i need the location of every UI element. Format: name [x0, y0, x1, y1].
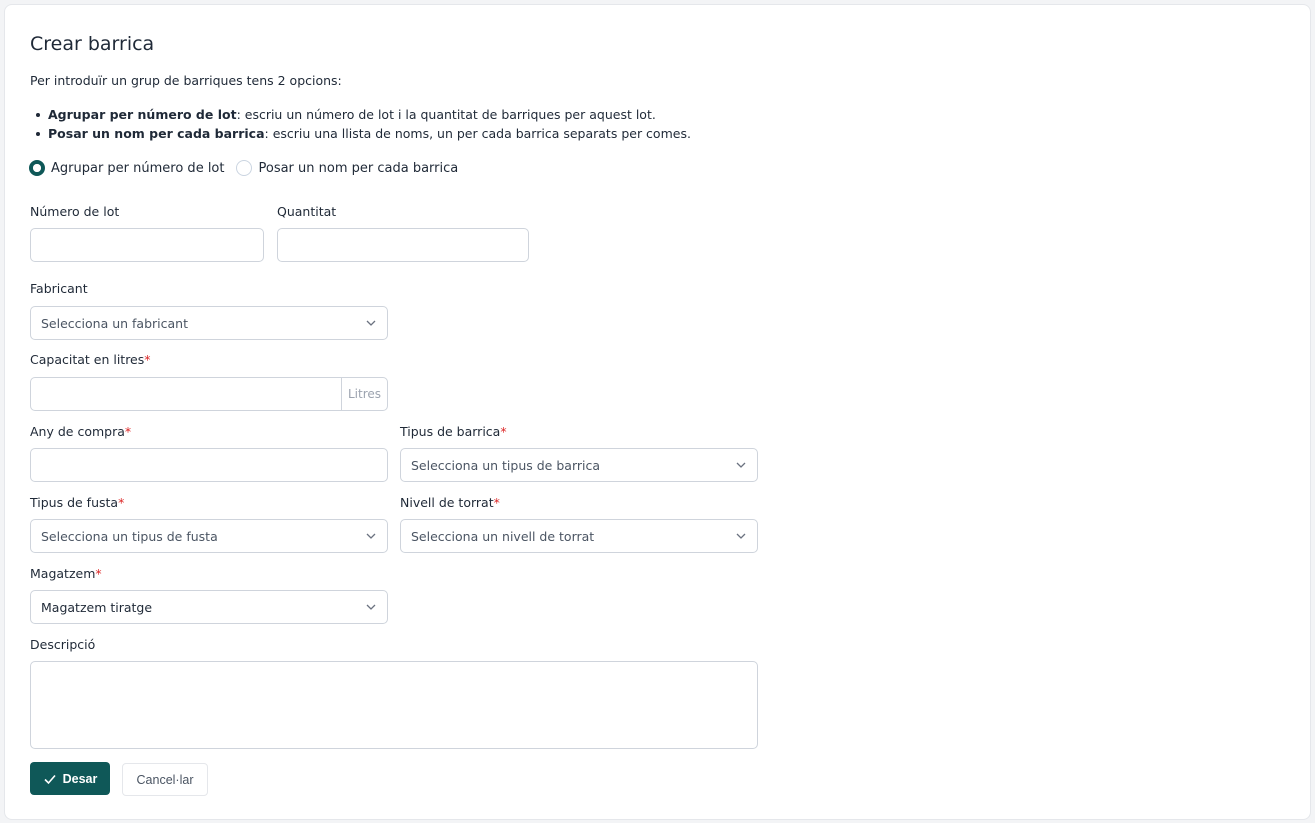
radio-label: Agrupar per número de lot: [51, 160, 225, 176]
warehouse-label: Magatzem*: [30, 566, 102, 581]
toast-level-label-text: Nivell de torrat: [400, 495, 494, 510]
chevron-down-icon: [366, 533, 376, 539]
required-marker: *: [493, 495, 500, 510]
lot-number-label: Número de lot: [30, 204, 120, 219]
list-item: Agrupar per número de lot: escriu un núm…: [36, 105, 691, 124]
warehouse-label-text: Magatzem: [30, 566, 96, 581]
option-description: : escriu un número de lot i la quantitat…: [236, 107, 656, 122]
options-explanation-list: Agrupar per número de lot: escriu un núm…: [36, 105, 691, 143]
purchase-year-label-text: Any de compra: [30, 424, 125, 439]
radio-name-each-barrel[interactable]: Posar un nom per cada barrica: [236, 160, 458, 176]
quantity-input[interactable]: [277, 228, 529, 262]
select-placeholder: Selecciona un fabricant: [41, 315, 188, 331]
option-name: Agrupar per número de lot: [48, 107, 237, 122]
toast-level-label: Nivell de torrat*: [400, 495, 500, 510]
radio-button[interactable]: [236, 160, 253, 176]
required-marker: *: [124, 424, 132, 439]
select-value: Magatzem tiratge: [41, 599, 153, 615]
warehouse-select[interactable]: Magatzem tiratge: [30, 590, 388, 624]
save-button-label: Desar: [62, 771, 98, 786]
mode-radio-group: Agrupar per número de lot Posar un nom p…: [29, 160, 470, 176]
manufacturer-label: Fabricant: [30, 281, 88, 296]
select-placeholder: Selecciona un nivell de torrat: [411, 528, 595, 544]
barrel-type-label-text: Tipus de barrica: [400, 424, 501, 439]
liters-suffix: Litres: [341, 378, 387, 410]
capacity-input-group: Litres: [30, 377, 388, 411]
check-icon: [44, 774, 56, 784]
create-barrel-card: Crear barrica Per introduïr un grup de b…: [4, 4, 1311, 820]
wood-type-label-text: Tipus de fusta: [30, 495, 119, 510]
lot-number-input[interactable]: [30, 228, 264, 262]
cancel-button[interactable]: Cancel·lar: [122, 763, 208, 796]
radio-button-checked[interactable]: [29, 160, 45, 176]
capacity-input[interactable]: [31, 378, 341, 410]
required-marker: *: [500, 424, 507, 439]
option-description: : escriu una llista de noms, un per cada…: [264, 126, 691, 141]
purchase-year-input[interactable]: [30, 448, 388, 482]
chevron-down-icon: [366, 604, 376, 610]
select-placeholder: Selecciona un tipus de fusta: [41, 528, 218, 544]
wood-type-select[interactable]: Selecciona un tipus de fusta: [30, 519, 388, 553]
capacity-label-text: Capacitat en litres: [30, 352, 145, 367]
radio-label: Posar un nom per cada barrica: [258, 160, 459, 176]
list-item: Posar un nom per cada barrica: escriu un…: [36, 124, 691, 143]
barrel-type-label: Tipus de barrica*: [400, 424, 507, 439]
wood-type-label: Tipus de fusta*: [30, 495, 124, 510]
required-marker: *: [118, 495, 125, 510]
radio-group-by-lot[interactable]: Agrupar per número de lot: [29, 160, 224, 176]
chevron-down-icon: [736, 533, 746, 539]
option-name: Posar un nom per cada barrica: [48, 126, 265, 141]
manufacturer-select[interactable]: Selecciona un fabricant: [30, 306, 388, 340]
capacity-label: Capacitat en litres*: [30, 352, 151, 367]
intro-text: Per introduïr un grup de barriques tens …: [30, 73, 342, 88]
quantity-label: Quantitat: [277, 204, 337, 219]
required-marker: *: [144, 352, 151, 367]
chevron-down-icon: [736, 462, 746, 468]
required-marker: *: [95, 566, 102, 581]
chevron-down-icon: [366, 320, 376, 326]
select-placeholder: Selecciona un tipus de barrica: [411, 457, 601, 473]
barrel-type-select[interactable]: Selecciona un tipus de barrica: [400, 448, 758, 482]
description-textarea[interactable]: [30, 661, 758, 749]
purchase-year-label: Any de compra*: [30, 424, 131, 439]
page-title: Crear barrica: [30, 33, 155, 55]
cancel-button-label: Cancel·lar: [136, 772, 194, 787]
toast-level-select[interactable]: Selecciona un nivell de torrat: [400, 519, 758, 553]
description-label: Descripció: [30, 637, 96, 652]
save-button[interactable]: Desar: [30, 762, 110, 795]
